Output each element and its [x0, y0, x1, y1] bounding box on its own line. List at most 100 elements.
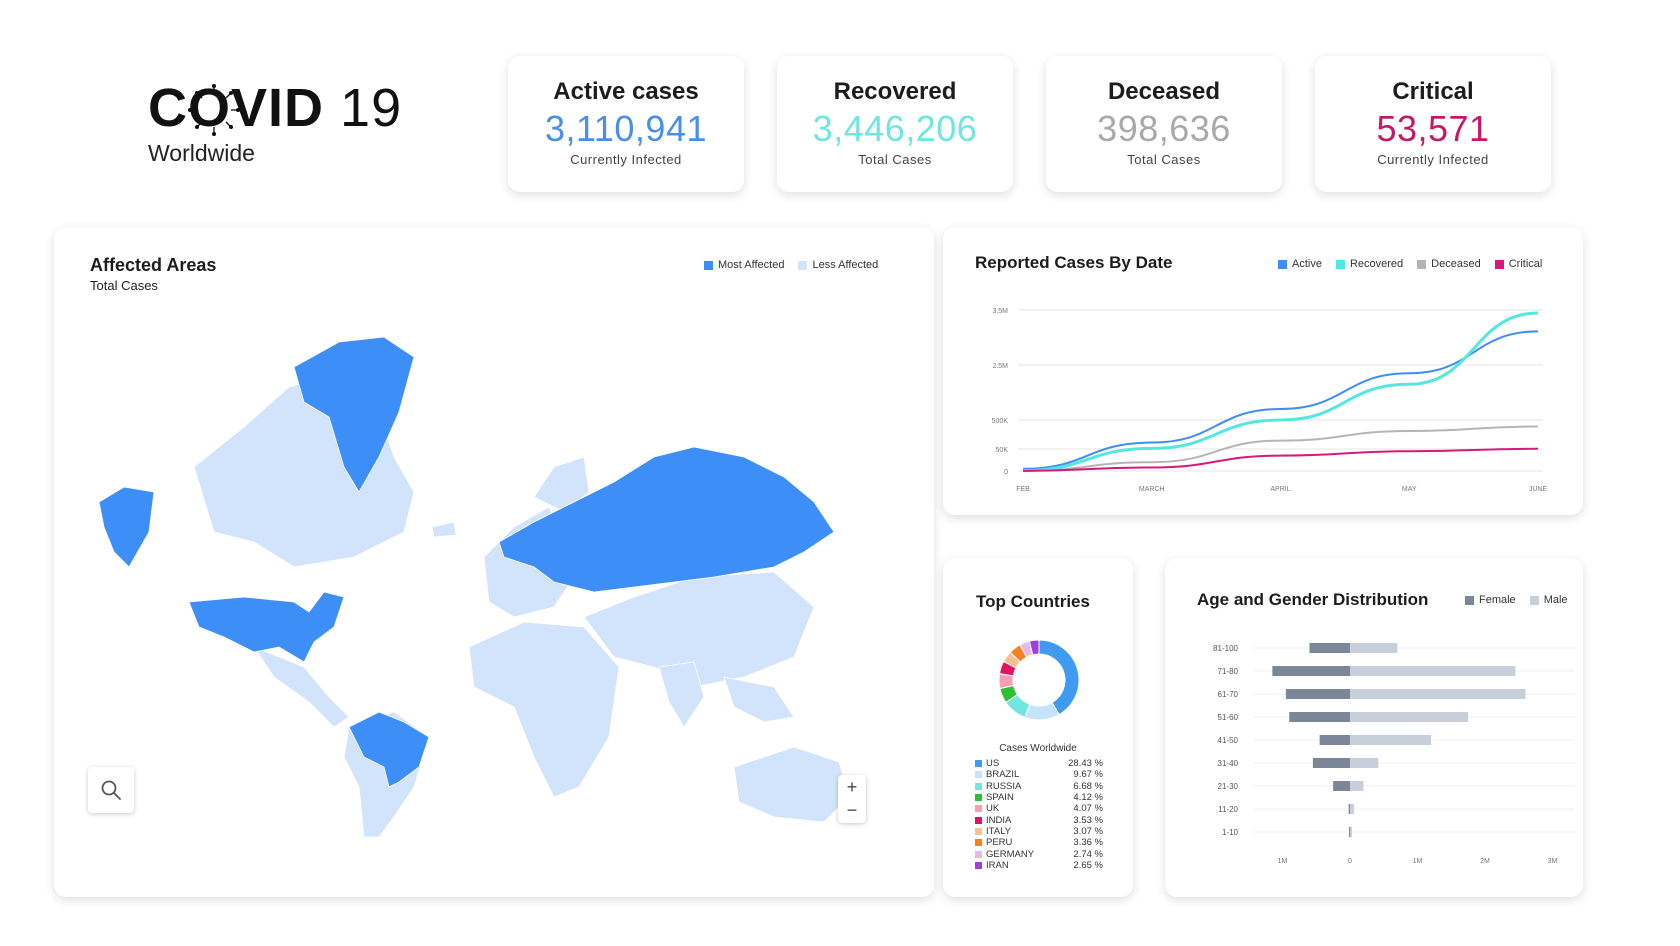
x-tick-label: 2M [1480, 858, 1490, 865]
series-line-active [1022, 330, 1539, 470]
legend-swatch [975, 805, 982, 813]
brand-title-number: 19 [340, 78, 403, 138]
map-region [468, 621, 620, 798]
zoom-in-button[interactable]: + [847, 777, 858, 798]
map-region-most-affected [98, 486, 155, 568]
country-row: US 28.43 % [975, 758, 1103, 769]
x-tick-label: FEB [1016, 486, 1030, 493]
map-region-most-affected [498, 446, 835, 593]
map-region [733, 746, 850, 823]
bar-female [1289, 712, 1350, 722]
stat-label: Deceased [1107, 78, 1221, 105]
country-row: INDIA 3.53 % [975, 814, 1103, 826]
country-name: IRAN [986, 859, 1009, 871]
world-map[interactable] [94, 317, 914, 837]
bar-female [1333, 781, 1350, 791]
brand-title-word: COVID [148, 78, 325, 138]
stat-card-active: Active cases 3,110,941 Currently Infecte… [508, 56, 744, 192]
legend-swatch [975, 794, 982, 802]
legend-swatch [975, 827, 982, 835]
bar-female [1312, 758, 1350, 768]
legend-swatch [975, 839, 982, 847]
map-legend: Most Affected Less Affected [704, 259, 878, 271]
stat-value: 53,571 [1376, 108, 1490, 149]
line-chart: 3.5M 2.5M 500K 50K 0 FEB MARCH APRIL MAY JUNE [992, 308, 1548, 493]
map-zoom-control: + − [838, 775, 866, 823]
country-name: US [986, 758, 1000, 770]
y-tick-label: 2.5M [992, 363, 1008, 370]
y-tick-label: 0 [1004, 469, 1008, 476]
legend-swatch [975, 861, 982, 869]
legend-swatch [975, 816, 982, 824]
stat-sub: Currently Infected [570, 152, 682, 167]
bar-female [1348, 804, 1350, 814]
y-tick-label: 71-80 [1218, 667, 1239, 676]
country-row: RUSSIA 6.68 % [975, 781, 1103, 792]
y-tick-label: 31-40 [1218, 759, 1239, 768]
bar-male [1350, 758, 1379, 768]
stat-value: 398,636 [1097, 108, 1231, 149]
affected-areas-panel: Affected Areas Total Cases Most Affected… [54, 227, 934, 897]
y-tick-label: 51-60 [1218, 713, 1239, 722]
y-tick-label: 41-50 [1218, 736, 1239, 745]
map-region [723, 676, 795, 723]
country-row: ITALY 3.07 % [975, 826, 1103, 837]
age-gender-panel: Age and Gender Distribution Female Male … [1165, 558, 1583, 897]
brand: COVID 19 Worldwide [148, 78, 448, 178]
bar-female [1319, 735, 1350, 745]
legend-swatch [975, 760, 982, 768]
y-tick-label: 81-100 [1213, 644, 1238, 653]
donut-slice-us [1038, 639, 1080, 716]
country-percent: 2.74 % [1073, 848, 1103, 860]
bar-male [1350, 643, 1398, 653]
x-tick-label: 0 [1348, 858, 1352, 865]
bar-female [1309, 643, 1350, 653]
country-name: ITALY [986, 825, 1011, 837]
top-countries-panel: Top Countries Cases Worldwide US 28.43 % B… [943, 558, 1133, 897]
stat-label: Active cases [553, 78, 699, 105]
legend-swatch [975, 771, 982, 779]
bar-male [1350, 827, 1353, 837]
stat-sub: Currently Infected [1377, 152, 1489, 167]
country-percent: 4.12 % [1073, 792, 1103, 804]
country-row: IRAN 2.65 % [975, 860, 1103, 871]
y-tick-label: 1-10 [1222, 828, 1239, 837]
bar-female [1285, 689, 1350, 699]
panel-title: Top Countries [976, 592, 1090, 611]
brand-subtitle: Worldwide [148, 140, 255, 166]
bar-chart: 81-100 71-80 61-70 51-60 41-50 31-40 21-30 11-2… [1213, 643, 1575, 865]
bar-male [1350, 804, 1355, 814]
country-percent: 28.43 % [1068, 758, 1103, 770]
country-row: PERU 3.36 % [975, 837, 1103, 848]
legend-item: Most Affected [704, 259, 784, 271]
stat-sub: Total Cases [858, 152, 932, 167]
x-tick-label: 3M [1548, 858, 1558, 865]
reported-cases-panel: Reported Cases By Date Active Recovered … [943, 227, 1583, 515]
country-name: GERMANY [986, 848, 1035, 860]
stat-value: 3,110,941 [545, 108, 707, 149]
legend-swatch [975, 782, 982, 790]
x-tick-label: 1M [1413, 858, 1423, 865]
country-name: PERU [986, 837, 1013, 849]
zoom-out-button[interactable]: − [847, 800, 858, 821]
country-percent: 4.07 % [1073, 803, 1103, 815]
search-icon [101, 780, 121, 800]
country-row: BRAZIL 9.67 % [975, 769, 1103, 780]
stat-label: Critical [1392, 78, 1474, 105]
stat-value: 3,446,206 [812, 108, 978, 149]
country-row: UK 4.07 % [975, 803, 1103, 814]
donut-chart [998, 639, 1080, 721]
bar-male [1350, 781, 1364, 791]
legend-item: Less Affected [798, 259, 878, 271]
y-tick-label: 50K [996, 447, 1009, 454]
y-tick-label: 11-20 [1218, 805, 1238, 814]
y-tick-label: 21-30 [1218, 782, 1239, 791]
x-tick-label: APRIL [1270, 486, 1290, 493]
country-name: UK [986, 803, 1000, 815]
legend-swatch [975, 850, 982, 858]
stat-card-critical: Critical 53,571 Currently Infected [1315, 56, 1551, 192]
map-search-button[interactable] [88, 767, 134, 813]
bar-male [1350, 666, 1516, 676]
country-percent: 3.53 % [1073, 814, 1103, 826]
x-tick-label: MARCH [1139, 486, 1165, 493]
